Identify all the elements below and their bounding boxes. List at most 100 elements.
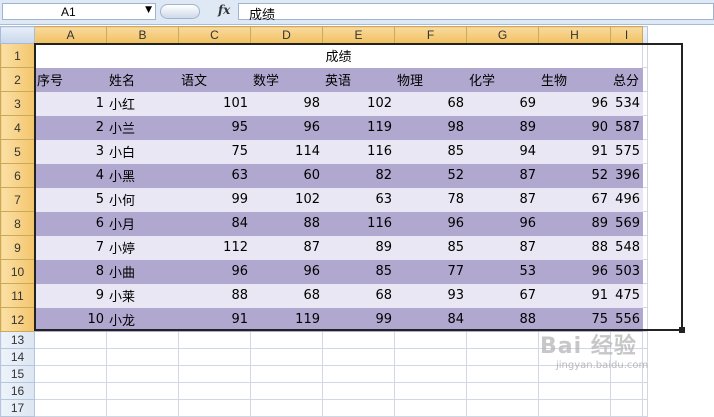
value-cell[interactable]: 396 xyxy=(610,163,643,188)
value-cell[interactable]: 112 xyxy=(178,235,251,260)
value-cell[interactable]: 98 xyxy=(250,91,323,116)
value-cell[interactable]: 96 xyxy=(394,211,467,236)
value-cell[interactable]: 1 xyxy=(34,91,107,116)
empty-cell[interactable] xyxy=(394,331,467,349)
column-header-g[interactable]: G xyxy=(466,26,539,44)
empty-cell[interactable] xyxy=(178,331,251,349)
value-cell[interactable]: 89 xyxy=(466,115,539,140)
value-cell[interactable]: 503 xyxy=(610,259,643,284)
column-title-cell[interactable]: 物理 xyxy=(394,67,467,92)
value-cell[interactable]: 87 xyxy=(250,235,323,260)
value-cell[interactable]: 84 xyxy=(178,211,251,236)
value-cell[interactable]: 116 xyxy=(322,139,395,164)
empty-cell[interactable] xyxy=(538,399,611,417)
empty-cell[interactable] xyxy=(178,399,251,417)
column-header-overflow[interactable] xyxy=(642,26,648,44)
column-title-cell[interactable]: 生物 xyxy=(538,67,611,92)
row-header-4[interactable]: 4 xyxy=(0,115,35,140)
value-cell[interactable]: 96 xyxy=(250,259,323,284)
chevron-down-icon[interactable]: ▼ xyxy=(145,5,152,15)
value-cell[interactable]: 67 xyxy=(466,283,539,308)
value-cell[interactable]: 69 xyxy=(466,91,539,116)
column-title-cell[interactable]: 姓名 xyxy=(106,67,179,92)
resize-handle-icon[interactable] xyxy=(160,4,200,19)
cell[interactable] xyxy=(642,43,648,68)
empty-cell[interactable] xyxy=(34,331,107,349)
empty-cell[interactable] xyxy=(610,382,643,400)
empty-cell[interactable] xyxy=(34,399,107,417)
row-header-13[interactable]: 13 xyxy=(0,331,35,349)
cell[interactable] xyxy=(642,163,648,188)
cell[interactable] xyxy=(642,187,648,212)
row-header-2[interactable]: 2 xyxy=(0,67,35,92)
row-header-5[interactable]: 5 xyxy=(0,139,35,164)
value-cell[interactable]: 68 xyxy=(250,283,323,308)
empty-cell[interactable] xyxy=(642,331,648,349)
empty-cell[interactable] xyxy=(34,382,107,400)
row-header-15[interactable]: 15 xyxy=(0,365,35,383)
empty-cell[interactable] xyxy=(394,382,467,400)
empty-cell[interactable] xyxy=(250,365,323,383)
empty-cell[interactable] xyxy=(322,382,395,400)
column-header-a[interactable]: A xyxy=(34,26,107,44)
value-cell[interactable]: 88 xyxy=(538,235,611,260)
value-cell[interactable]: 90 xyxy=(538,115,611,140)
column-title-cell[interactable]: 语文 xyxy=(178,67,251,92)
name-cell[interactable]: 小黑 xyxy=(106,163,179,188)
select-all-corner[interactable] xyxy=(0,26,35,44)
value-cell[interactable]: 75 xyxy=(178,139,251,164)
value-cell[interactable]: 101 xyxy=(178,91,251,116)
value-cell[interactable]: 52 xyxy=(394,163,467,188)
value-cell[interactable]: 96 xyxy=(178,259,251,284)
value-cell[interactable]: 9 xyxy=(34,283,107,308)
value-cell[interactable]: 95 xyxy=(178,115,251,140)
value-cell[interactable]: 119 xyxy=(250,307,323,332)
empty-cell[interactable] xyxy=(178,382,251,400)
column-header-h[interactable]: H xyxy=(538,26,611,44)
value-cell[interactable]: 99 xyxy=(322,307,395,332)
value-cell[interactable]: 534 xyxy=(610,91,643,116)
column-title-cell[interactable]: 英语 xyxy=(322,67,395,92)
value-cell[interactable]: 575 xyxy=(610,139,643,164)
empty-cell[interactable] xyxy=(394,348,467,366)
empty-cell[interactable] xyxy=(106,382,179,400)
empty-cell[interactable] xyxy=(322,331,395,349)
value-cell[interactable]: 6 xyxy=(34,211,107,236)
value-cell[interactable]: 587 xyxy=(610,115,643,140)
empty-cell[interactable] xyxy=(466,382,539,400)
empty-cell[interactable] xyxy=(642,382,648,400)
value-cell[interactable]: 548 xyxy=(610,235,643,260)
row-header-1[interactable]: 1 xyxy=(0,43,35,68)
empty-cell[interactable] xyxy=(394,365,467,383)
value-cell[interactable]: 94 xyxy=(466,139,539,164)
name-cell[interactable]: 小婷 xyxy=(106,235,179,260)
name-cell[interactable]: 小莱 xyxy=(106,283,179,308)
empty-cell[interactable] xyxy=(322,365,395,383)
empty-cell[interactable] xyxy=(322,399,395,417)
row-header-7[interactable]: 7 xyxy=(0,187,35,212)
value-cell[interactable]: 96 xyxy=(466,211,539,236)
name-cell[interactable]: 小月 xyxy=(106,211,179,236)
empty-cell[interactable] xyxy=(466,365,539,383)
value-cell[interactable]: 84 xyxy=(394,307,467,332)
value-cell[interactable]: 87 xyxy=(466,187,539,212)
column-header-f[interactable]: F xyxy=(394,26,467,44)
value-cell[interactable]: 67 xyxy=(538,187,611,212)
column-title-cell[interactable]: 化学 xyxy=(466,67,539,92)
empty-cell[interactable] xyxy=(610,399,643,417)
row-header-14[interactable]: 14 xyxy=(0,348,35,366)
cell[interactable] xyxy=(642,91,648,116)
sheet-title-cell[interactable]: 成绩 xyxy=(34,43,643,68)
formula-input[interactable]: 成绩 xyxy=(238,3,714,23)
value-cell[interactable]: 96 xyxy=(538,91,611,116)
column-title-cell[interactable]: 序号 xyxy=(34,67,107,92)
value-cell[interactable]: 2 xyxy=(34,115,107,140)
row-header-8[interactable]: 8 xyxy=(0,211,35,236)
row-header-10[interactable]: 10 xyxy=(0,259,35,284)
empty-cell[interactable] xyxy=(466,399,539,417)
empty-cell[interactable] xyxy=(538,382,611,400)
empty-cell[interactable] xyxy=(250,331,323,349)
value-cell[interactable]: 68 xyxy=(394,91,467,116)
empty-cell[interactable] xyxy=(466,348,539,366)
value-cell[interactable]: 114 xyxy=(250,139,323,164)
